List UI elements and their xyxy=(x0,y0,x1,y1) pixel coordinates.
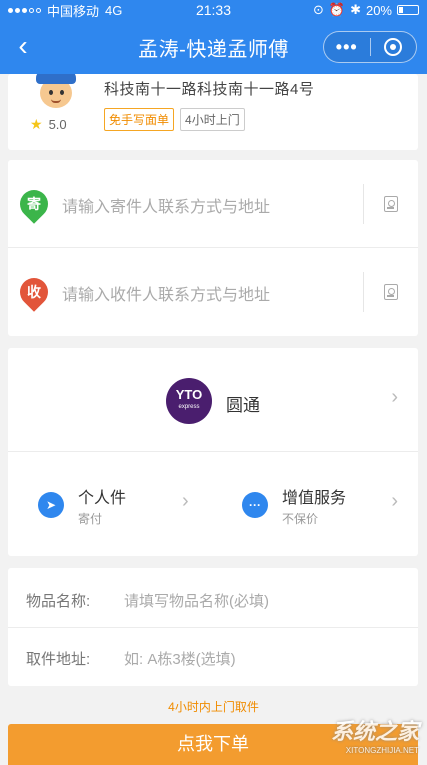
pickup-address-input[interactable]: 如: A栋3楼(选填) xyxy=(124,648,236,669)
receiver-address-input[interactable]: 请输入收件人联系方式与地址 xyxy=(62,281,270,305)
status-bar: 中国移动 4G 21:33 ⊙ ⏰ ✱ 20% xyxy=(0,0,427,20)
yto-logo: YTO express xyxy=(166,378,212,424)
express-card: YTO express 圆通 › ➤ 个人件 寄付 › ··· 增值服务 不保价… xyxy=(8,348,418,556)
back-button[interactable]: ‹ xyxy=(8,30,38,64)
courier-address: 科技南十一路科技南十一路4号 xyxy=(104,81,315,98)
insurance-label: 不保价 xyxy=(282,512,319,526)
value-added-label: 增值服务 xyxy=(282,490,347,507)
close-circle-icon xyxy=(384,38,403,56)
courier-avatar xyxy=(34,74,78,114)
more-dots-icon: ••• xyxy=(335,37,358,57)
star-icon: ★ xyxy=(30,116,43,132)
payment-type-label: 寄付 xyxy=(78,512,103,526)
app-header: 中国移动 4G 21:33 ⊙ ⏰ ✱ 20% ‹ 孟涛-快递孟师傅 ••• xyxy=(0,0,427,74)
courier-card: ★ 5.0 科技南十一路科技南十一路4号 免手写面单 4小时上门 xyxy=(8,74,418,150)
tag-no-handwriting: 免手写面单 xyxy=(104,108,175,131)
close-button[interactable] xyxy=(371,38,417,56)
battery-percent: 20% xyxy=(365,2,392,18)
sender-address-input[interactable]: 请输入寄件人联系方式与地址 xyxy=(62,193,270,217)
service-type-label: 个人件 xyxy=(78,490,127,507)
alarm-icon: ⏰ xyxy=(328,2,346,17)
company-selector[interactable]: YTO express 圆通 › xyxy=(8,348,418,452)
sender-address-row[interactable]: 寄 请输入寄件人联系方式与地址 xyxy=(8,160,418,248)
company-name: 圆通 xyxy=(226,396,260,415)
nav-bar: ‹ 孟涛-快递孟师傅 ••• xyxy=(0,26,427,68)
sender-pin-icon: 寄 xyxy=(14,184,54,224)
chevron-right-icon: › xyxy=(182,490,189,512)
address-book-icon[interactable] xyxy=(384,284,398,300)
page-title: 孟涛-快递孟师傅 xyxy=(138,38,289,61)
rating-value: 5.0 xyxy=(48,117,67,132)
goods-name-label: 物品名称: xyxy=(26,593,91,610)
chevron-left-icon: ‹ xyxy=(18,30,28,61)
address-card: 寄 请输入寄件人联系方式与地址 收 请输入收件人联系方式与地址 xyxy=(8,160,418,336)
goods-name-row: 物品名称: 请填写物品名称(必填) xyxy=(8,570,418,628)
address-book-icon[interactable] xyxy=(384,196,398,212)
row-divider xyxy=(363,272,364,312)
service-row: ➤ 个人件 寄付 › ··· 增值服务 不保价 › xyxy=(8,452,418,556)
chevron-right-icon: › xyxy=(391,490,398,512)
bluetooth-icon: ✱ xyxy=(350,2,361,17)
chevron-right-icon: › xyxy=(391,386,398,408)
battery-icon xyxy=(397,5,419,15)
pickup-hint: 4小时内上门取件 xyxy=(168,700,259,714)
location-icon: ⊙ xyxy=(312,2,324,17)
pickup-address-label: 取件地址: xyxy=(26,651,91,668)
goods-name-input[interactable]: 请填写物品名称(必填) xyxy=(124,590,269,611)
pickup-address-row: 取件地址: 如: A栋3楼(选填) xyxy=(8,628,418,686)
receiver-address-row[interactable]: 收 请输入收件人联系方式与地址 xyxy=(8,248,418,336)
mini-program-capsule: ••• xyxy=(323,31,417,63)
more-dots-icon: ··· xyxy=(242,492,268,518)
more-button[interactable]: ••• xyxy=(324,32,370,62)
receiver-pin-icon: 收 xyxy=(14,272,54,312)
tag-4h-pickup: 4小时上门 xyxy=(180,108,245,131)
courier-tags: 免手写面单 4小时上门 xyxy=(104,108,245,131)
send-plane-icon: ➤ xyxy=(38,492,64,518)
row-divider xyxy=(363,184,364,224)
goods-card: 物品名称: 请填写物品名称(必填) 取件地址: 如: A栋3楼(选填) xyxy=(8,568,418,686)
site-watermark: 系统之家 XITONGZHIJIA.NET xyxy=(330,719,419,755)
courier-rating: ★ 5.0 xyxy=(30,116,67,133)
